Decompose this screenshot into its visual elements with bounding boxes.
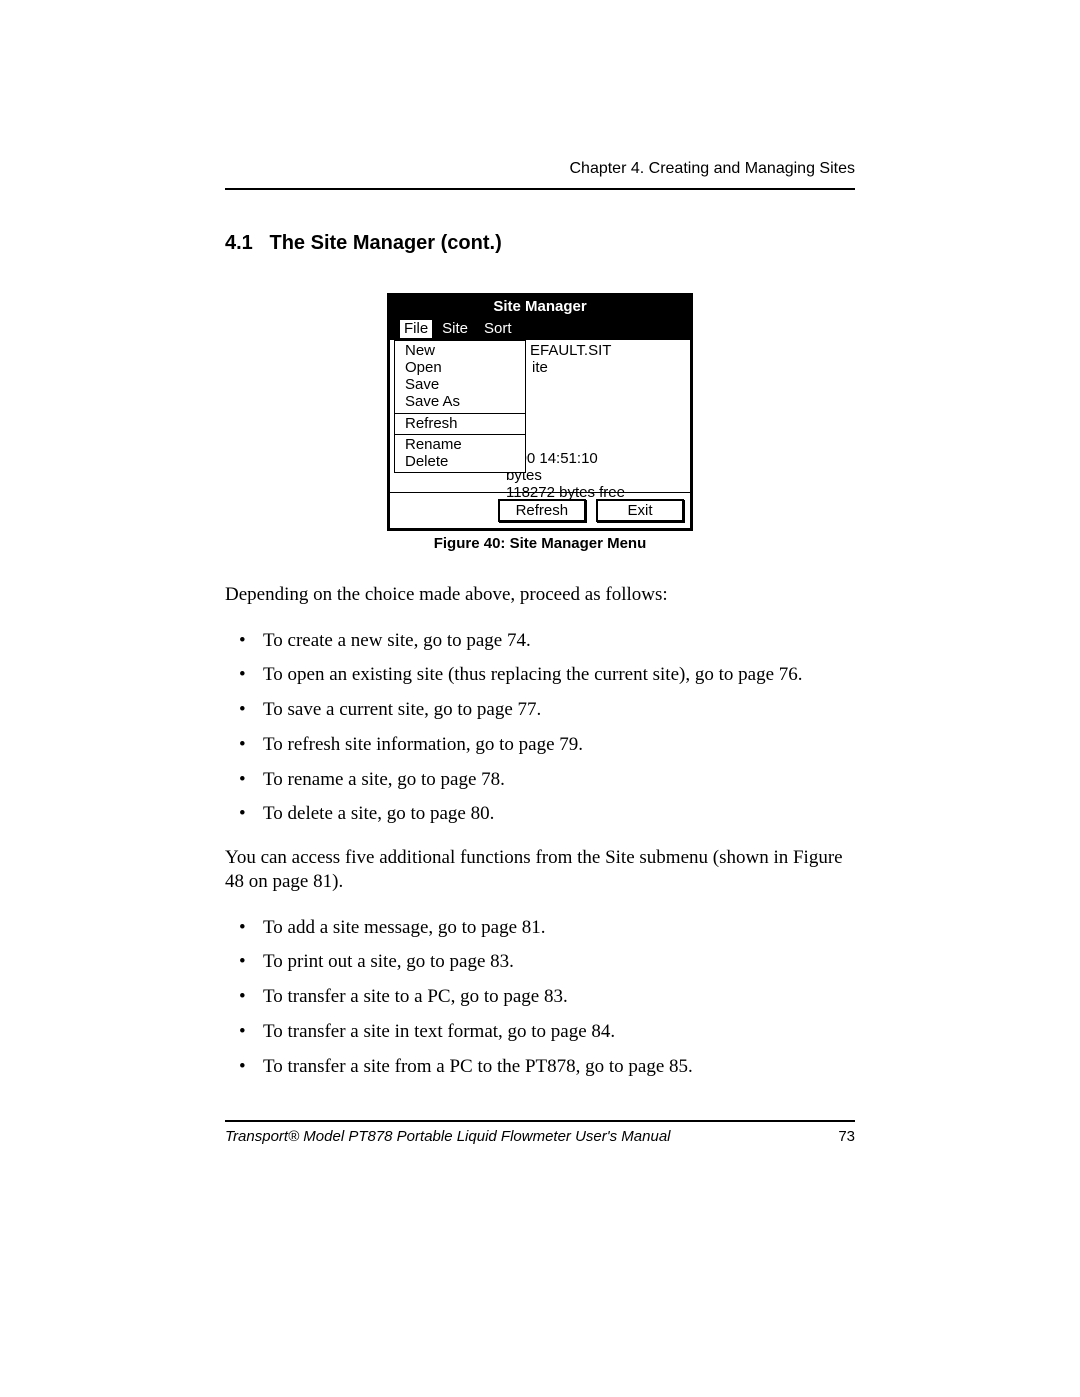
menu-sort[interactable]: Sort [474,320,518,337]
menubar: FileSiteSort [390,318,690,339]
section-number: 4.1 [225,232,253,254]
menu-item-save-as[interactable]: Save As [395,393,525,410]
page-number: 73 [838,1128,855,1145]
list-item: To create a new site, go to page 74. [225,629,855,653]
page-footer: Transport® Model PT878 Portable Liquid F… [225,1120,855,1145]
running-head: Chapter 4. Creating and Managing Sites [225,160,855,190]
bullet-list-1: To create a new site, go to page 74. To … [225,629,855,827]
figure-site-manager: Site Manager FileSiteSort New Open Save … [387,293,693,552]
section-title-text: The Site Manager (cont.) [269,232,501,254]
menu-site[interactable]: Site [432,320,474,337]
menu-file[interactable]: File [400,320,432,337]
menu-item-refresh[interactable]: Refresh [395,415,525,432]
list-item: To save a current site, go to page 77. [225,698,855,722]
window-title: Site Manager [390,296,690,318]
mid-paragraph: You can access five additional functions… [225,846,855,894]
refresh-button[interactable]: Refresh [498,499,586,522]
info-right: EFAULT.SIT ite [530,342,686,377]
list-item: To add a site message, go to page 81. [225,916,855,940]
list-item: To transfer a site in text format, go to… [225,1020,855,1044]
current-file-frag: ite [530,359,686,376]
menu-item-new[interactable]: New [395,342,525,359]
menu-item-open[interactable]: Open [395,359,525,376]
bullet-list-2: To add a site message, go to page 81. To… [225,916,855,1079]
list-item: To rename a site, go to page 78. [225,768,855,792]
figure-caption: Figure 40: Site Manager Menu [387,535,693,552]
footer-title: Transport® Model PT878 Portable Liquid F… [225,1128,671,1145]
list-item: To refresh site information, go to page … [225,733,855,757]
list-item: To delete a site, go to page 80. [225,802,855,826]
file-dropdown: New Open Save Save As Refresh Rename Del… [394,340,526,474]
exit-button[interactable]: Exit [596,499,684,522]
menu-item-save[interactable]: Save [395,376,525,393]
list-item: To transfer a site from a PC to the PT87… [225,1055,855,1079]
menu-item-delete[interactable]: Delete [395,453,525,470]
section-heading: 4.1 The Site Manager (cont.) [225,232,855,255]
current-file: EFAULT.SIT [530,342,686,359]
menu-item-rename[interactable]: Rename [395,436,525,453]
list-item: To open an existing site (thus replacing… [225,663,855,687]
list-item: To print out a site, go to page 83. [225,950,855,974]
list-item: To transfer a site to a PC, go to page 8… [225,985,855,1009]
bytes-free: 118272 bytes free [506,484,625,501]
intro-paragraph: Depending on the choice made above, proc… [225,583,855,607]
